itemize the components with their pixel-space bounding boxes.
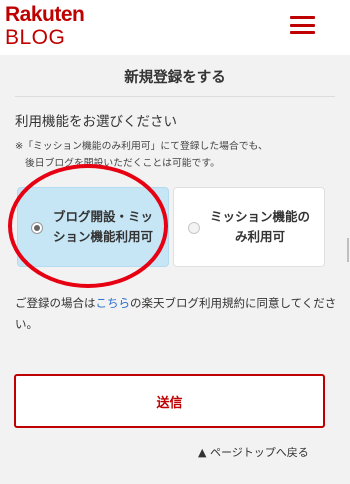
scrollbar[interactable] (347, 238, 349, 262)
radio-selected-icon[interactable] (31, 222, 43, 234)
menu-bar (290, 16, 315, 19)
divider (15, 96, 335, 97)
section-heading: 利用機能をお選びください (15, 114, 177, 130)
option-blog-and-mission[interactable]: ブログ開設・ミッション機能利用可 (17, 187, 169, 267)
hamburger-menu-icon[interactable] (290, 16, 315, 35)
option-mission-only[interactable]: ミッション機能のみ利用可 (173, 187, 325, 267)
menu-bar (290, 23, 315, 27)
consent-text-before: ご登録の場合は (15, 296, 96, 310)
rakuten-logo[interactable]: Rakuten (5, 3, 85, 27)
terms-link[interactable]: こちら (96, 296, 131, 310)
page-top-link[interactable]: ▲ ページトップへ戻る (198, 444, 309, 460)
registration-note: ※「ミッション機能のみ利用可」にて登録した場合でも、 後日ブログを開設いただくこ… (15, 138, 340, 172)
note-line: 後日ブログを開設いただくことは可能です。 (25, 158, 220, 169)
page-title: 新規登録をする (124, 70, 226, 86)
consent-text: ご登録の場合はこちらの楽天ブログ利用規約に同意してください。 (15, 293, 337, 335)
site-header: Rakuten BLOG (0, 0, 350, 55)
option-label: ミッション機能のみ利用可 (210, 209, 311, 244)
radio-unselected-icon[interactable] (188, 222, 200, 234)
submit-button[interactable]: 送信 (14, 374, 325, 428)
note-line: ※「ミッション機能のみ利用可」にて登録した場合でも、 (15, 141, 268, 152)
blog-logo[interactable]: BLOG (5, 26, 65, 50)
menu-bar (290, 31, 315, 34)
option-label: ブログ開設・ミッション機能利用可 (53, 209, 154, 244)
